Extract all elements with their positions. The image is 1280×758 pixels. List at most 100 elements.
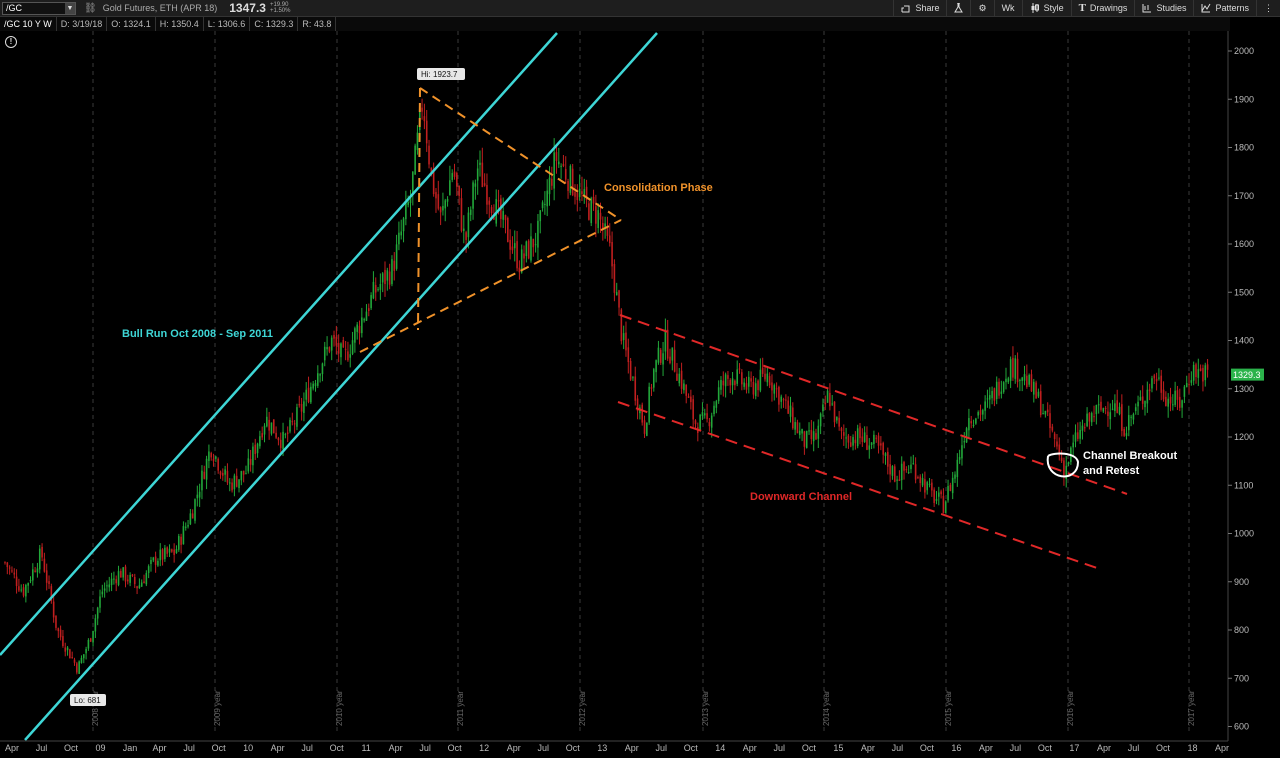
candle-body <box>849 442 852 447</box>
candle-body <box>374 284 377 293</box>
candle-body <box>177 536 180 550</box>
candle-body <box>530 236 532 261</box>
candle-body <box>326 347 328 350</box>
share-icon <box>901 5 910 12</box>
candle-body <box>1014 358 1017 379</box>
candle-body <box>52 601 55 618</box>
candle-body <box>456 172 458 187</box>
candle-body <box>1130 416 1132 418</box>
candle-body <box>516 241 518 269</box>
candle-body <box>1104 407 1107 409</box>
candle-body <box>935 498 938 501</box>
candle-body <box>259 436 261 447</box>
top-toolbar: /GC ▼ ⛓ Gold Futures, ETH (APR 18) 1347.… <box>0 0 1280 17</box>
candle-body <box>1042 413 1044 415</box>
candle-body <box>314 383 317 387</box>
candle-body <box>298 403 301 406</box>
price-chart[interactable]: 2008 year 2009 year 2010 year 2011 year 2012… <box>0 31 1280 758</box>
candle-body <box>226 470 229 483</box>
candle-body <box>993 388 996 401</box>
candle-body <box>1086 413 1088 427</box>
candle-body <box>1139 397 1142 401</box>
candle-body <box>910 464 912 470</box>
downward-channel-label: Downward Channel <box>750 491 852 503</box>
candle-body <box>840 428 843 432</box>
candle-body <box>775 388 778 390</box>
candle-body <box>956 459 959 478</box>
candle-body <box>261 433 263 438</box>
candle-body <box>954 474 956 479</box>
flask-button[interactable] <box>946 0 970 16</box>
candle-body <box>131 574 134 576</box>
share-button[interactable]: Share <box>893 0 946 16</box>
studies-button[interactable]: Studies <box>1134 0 1193 16</box>
candle-body <box>472 182 474 209</box>
candle-body <box>1063 460 1065 478</box>
candle-body <box>247 458 250 472</box>
candle-body <box>349 354 352 358</box>
menu-button[interactable]: ⋮ <box>1256 0 1280 16</box>
candle-body <box>4 562 6 564</box>
candle-body <box>367 308 370 312</box>
drawings-button[interactable]: T Drawings <box>1070 0 1135 16</box>
candle-body <box>618 290 620 308</box>
candle-body <box>875 437 878 439</box>
candle-body <box>1053 433 1056 440</box>
candle-body <box>608 235 611 244</box>
candle-body <box>810 429 813 440</box>
candle-body <box>805 431 808 448</box>
candle-body <box>1044 410 1047 415</box>
candle-body <box>279 439 282 448</box>
candle-body <box>595 206 597 224</box>
range-value: R: 43.8 <box>298 17 337 31</box>
candle-body <box>680 370 683 389</box>
time-tick-label: 14 <box>715 743 725 753</box>
link-icon[interactable]: ⛓ <box>84 3 97 14</box>
candle-body <box>629 360 632 380</box>
candle-body <box>796 422 799 434</box>
chevron-down-icon[interactable]: ▼ <box>65 2 75 14</box>
candle-body <box>1083 427 1086 429</box>
patterns-button[interactable]: Patterns <box>1193 0 1256 16</box>
time-tick-label: Oct <box>566 743 581 753</box>
candle-body <box>312 383 314 389</box>
candle-body <box>1021 377 1024 381</box>
candle-body <box>101 591 104 595</box>
time-tick-label: Oct <box>684 743 699 753</box>
candle-body <box>476 168 479 181</box>
candle-body <box>1107 411 1109 416</box>
candle-body <box>136 586 138 589</box>
price-tick-label: 1700 <box>1234 191 1254 201</box>
candle-body <box>1049 413 1051 429</box>
candle-body <box>398 232 400 245</box>
candle-body <box>801 428 803 434</box>
symbol-selector[interactable]: /GC ▼ <box>2 1 76 15</box>
date-value: D: 3/19/18 <box>57 17 108 31</box>
candle-body <box>266 416 268 427</box>
candle-body <box>752 381 755 395</box>
candle-body <box>1202 367 1204 382</box>
low-value: L: 1306.6 <box>204 17 251 31</box>
candle-body <box>1090 413 1093 423</box>
settings-button[interactable]: ⚙ <box>970 0 993 16</box>
candle-body <box>310 386 312 403</box>
style-button[interactable]: Style <box>1021 0 1071 16</box>
candle-body <box>1146 389 1149 404</box>
candle-body <box>708 422 711 427</box>
candle-body <box>462 228 465 231</box>
candle-body <box>555 152 558 161</box>
candle-body <box>330 337 333 351</box>
candle-body <box>745 383 748 390</box>
candle-body <box>82 654 85 659</box>
candle-body <box>606 227 609 236</box>
candle-body <box>678 373 681 384</box>
candle-body <box>817 425 820 439</box>
candle-body <box>333 334 335 339</box>
candle-body <box>191 513 194 519</box>
time-tick-label: Apr <box>1097 743 1111 753</box>
candle-body <box>998 381 1000 396</box>
candle-body <box>924 479 926 493</box>
candle-body <box>986 398 989 400</box>
candle-body <box>423 116 426 122</box>
timeframe-button[interactable]: Wk <box>993 0 1022 16</box>
